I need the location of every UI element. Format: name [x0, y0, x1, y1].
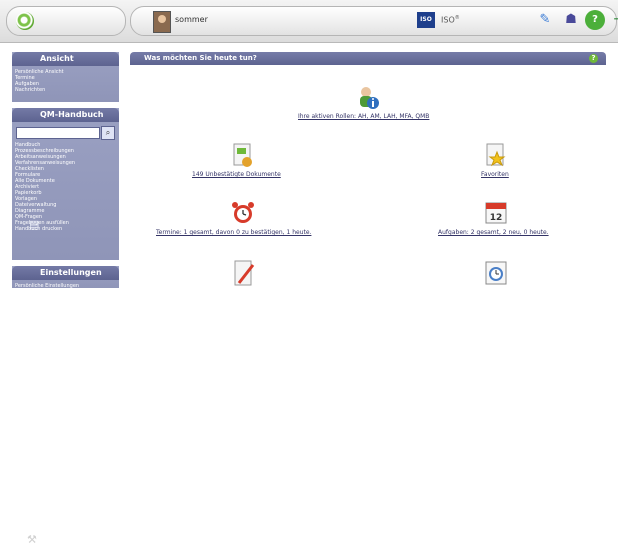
roles-link[interactable]: Ihre aktiven Rollen: AH, AM, LAH, MFA, Q…	[298, 113, 429, 120]
svg-text:12: 12	[490, 213, 503, 223]
search-icon[interactable]: ⌕	[101, 126, 115, 140]
favorites-icon	[486, 143, 506, 167]
edit-document-icon	[234, 260, 255, 286]
search-area: ⌕	[12, 122, 119, 142]
tasks-link[interactable]: Aufgaben: 2 gesamt, 2 neu, 0 heute.	[438, 229, 549, 236]
qm-handbuch-panel: ▤ QM-Handbuch ⌕ Handbuch Prozessbeschrei…	[12, 108, 119, 260]
user-toolbar: sommer ISO ISO® ✎ ☗ ? ⇥	[130, 6, 618, 36]
username: sommer	[175, 15, 208, 24]
favorites-link[interactable]: Favoriten	[481, 171, 509, 178]
user-role-icon	[360, 87, 379, 109]
search-input[interactable]	[16, 127, 100, 139]
book-icon: ▤	[29, 218, 40, 231]
alarm-clock-icon	[232, 202, 254, 223]
tools-icon: ⚒	[27, 533, 37, 546]
logo-area	[6, 6, 126, 36]
schedule-icon	[485, 261, 507, 285]
einstellungen-panel: ⚒ Einstellungen Persönliche Einstellunge…	[12, 266, 119, 546]
qm-handbuch-heading: ▤ QM-Handbuch	[12, 108, 119, 231]
app-logo	[16, 12, 34, 30]
unconfirmed-documents-link[interactable]: 149 Unbestätigte Dokumente	[192, 171, 281, 178]
main-heading: Was möchten Sie heute tun? ?	[130, 52, 606, 65]
edit-icon[interactable]: ✎	[535, 10, 555, 30]
calendar-icon: 12	[485, 202, 507, 224]
users-icon[interactable]: ☗	[561, 10, 581, 30]
iso-icon[interactable]: ISO	[417, 12, 435, 28]
sidebar-item-persoenliche-einstellungen[interactable]: Persönliche Einstellungen	[12, 283, 119, 289]
sidebar-item-nachrichten[interactable]: Nachrichten	[12, 87, 119, 93]
einstellungen-heading: ⚒ Einstellungen	[12, 266, 119, 546]
iso-link[interactable]: ISO®	[441, 15, 460, 25]
document-icon	[233, 143, 252, 167]
help-icon[interactable]: ?	[585, 10, 605, 30]
ansicht-panel: ● Ansicht Persönliche Ansicht Termine Au…	[12, 52, 119, 119]
appointments-link[interactable]: Termine: 1 gesamt, davon 0 zu bestätigen…	[156, 229, 311, 236]
help-icon[interactable]: ?	[589, 54, 598, 63]
logout-icon[interactable]: ⇥	[609, 10, 618, 30]
top-bar: sommer ISO ISO® ✎ ☗ ? ⇥	[0, 0, 618, 43]
avatar[interactable]	[153, 11, 171, 33]
ansicht-heading: ● Ansicht	[12, 52, 119, 119]
